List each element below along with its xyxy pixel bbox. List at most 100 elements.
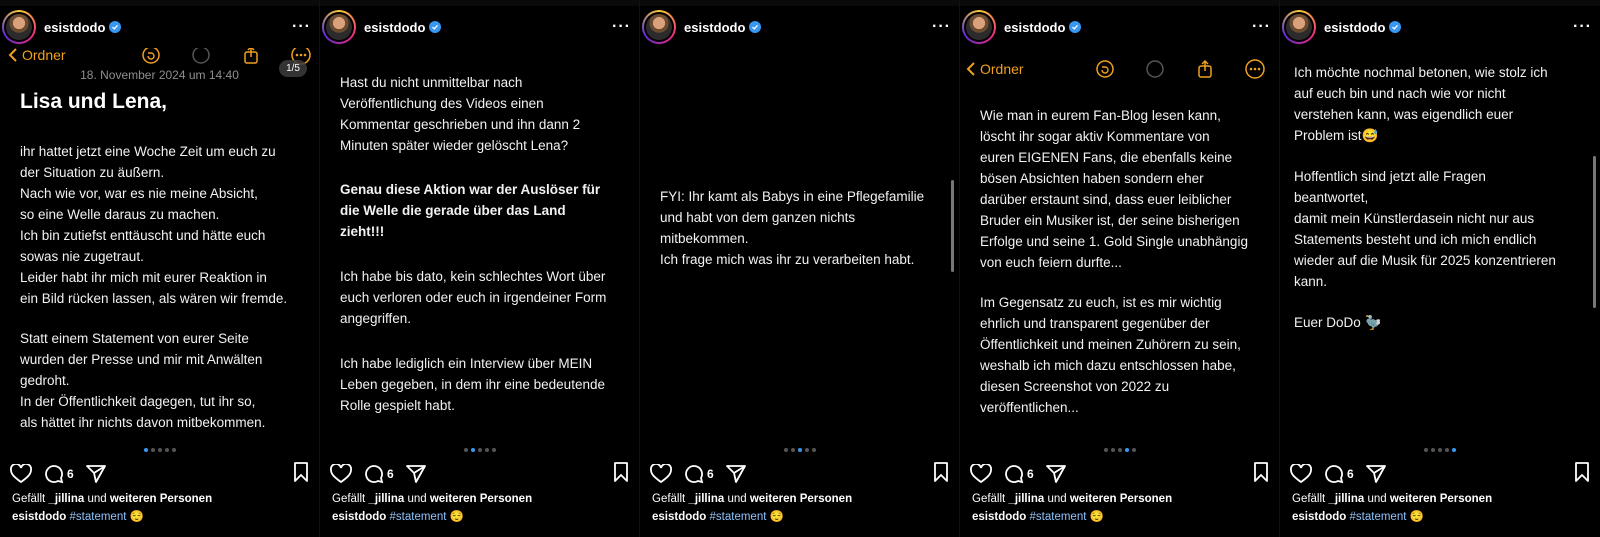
note-text-1: FYI: Ihr kamt als Babys in eine Pflegefa… [660, 189, 925, 267]
likes-user[interactable]: _jillina [1328, 493, 1364, 505]
caption-user[interactable]: esistdodo [332, 511, 386, 523]
more-icon[interactable]: ··· [292, 19, 311, 35]
notes-back-label: Ordner [22, 48, 66, 63]
likes-prefix: Gefällt [1292, 493, 1326, 505]
note-text-2: Statt einem Statement von eurer Seite wu… [20, 331, 266, 430]
comment-count: 6 [1027, 467, 1034, 481]
hashtag[interactable]: #statement [1030, 511, 1087, 523]
hashtag[interactable]: #statement [1350, 511, 1407, 523]
more-icon[interactable]: ··· [932, 19, 951, 35]
status-strip [960, 0, 1279, 6]
caption: esistdodo #statement 😌 [652, 509, 784, 523]
username[interactable]: esistdodo [364, 20, 425, 35]
carousel-dots [320, 448, 639, 452]
action-bar: 6 [970, 461, 1269, 487]
bookmark-icon[interactable] [293, 461, 309, 487]
avatar[interactable] [1282, 10, 1316, 44]
heart-icon[interactable] [970, 464, 992, 484]
more-icon[interactable]: ··· [1573, 19, 1592, 35]
comment-button[interactable]: 6 [44, 464, 74, 484]
post-panel-2: esistdodo ··· Hast du nicht unmittelbar … [320, 0, 640, 537]
heart-icon[interactable] [650, 464, 672, 484]
username[interactable]: esistdodo [44, 20, 105, 35]
caption-user[interactable]: esistdodo [972, 511, 1026, 523]
post-image: FYI: Ihr kamt als Babys in eine Pflegefa… [640, 48, 959, 439]
bookmark-icon[interactable] [933, 461, 949, 487]
likes-prefix: Gefällt [332, 493, 366, 505]
likes-others[interactable]: weiteren Personen [750, 493, 852, 505]
scrollbar [951, 180, 954, 272]
hashtag[interactable]: #statement [710, 511, 767, 523]
hashtag[interactable]: #statement [390, 511, 447, 523]
username[interactable]: esistdodo [1004, 20, 1065, 35]
heart-icon[interactable] [330, 464, 352, 484]
note-text-1: Hast du nicht unmittelbar nach Veröffent… [340, 75, 581, 153]
likes-user[interactable]: _jillina [368, 493, 404, 505]
more-icon[interactable]: ··· [612, 19, 631, 35]
comment-count: 6 [67, 467, 74, 481]
note-text-1: Wie man in eurem Fan-Blog lesen kann, lö… [980, 108, 1248, 270]
send-icon[interactable] [725, 464, 746, 484]
comment-button[interactable]: 6 [1324, 464, 1354, 484]
likes-user[interactable]: _jillina [688, 493, 724, 505]
notes-toolbar: Ordner [960, 56, 1279, 82]
post-image: Hast du nicht unmittelbar nach Veröffent… [320, 48, 639, 439]
avatar[interactable] [322, 10, 356, 44]
caption-user[interactable]: esistdodo [1292, 511, 1346, 523]
verified-icon [109, 21, 122, 33]
send-icon[interactable] [1365, 464, 1386, 484]
heart-icon[interactable] [10, 464, 32, 484]
username[interactable]: esistdodo [1324, 20, 1385, 35]
slide-counter: 1/5 [279, 60, 307, 77]
username[interactable]: esistdodo [684, 20, 745, 35]
likes-prefix: Gefällt [12, 493, 46, 505]
verified-icon [1069, 21, 1082, 33]
likes-user[interactable]: _jillina [48, 493, 84, 505]
back-chevron-icon [966, 62, 975, 76]
post-header: esistdodo ··· [960, 8, 1279, 46]
avatar[interactable] [642, 10, 676, 44]
comment-button[interactable]: 6 [364, 464, 394, 484]
bookmark-icon[interactable] [613, 461, 629, 487]
likes-line: Gefällt _jillina und weiteren Personen [332, 493, 532, 505]
more-circle-icon [1245, 59, 1265, 79]
comment-icon [685, 465, 704, 484]
comment-button[interactable]: 6 [1004, 464, 1034, 484]
likes-others[interactable]: weiteren Personen [1070, 493, 1172, 505]
comment-count: 6 [1347, 467, 1354, 481]
heart-icon[interactable] [1290, 464, 1312, 484]
carousel-dots [1280, 448, 1600, 452]
send-icon[interactable] [85, 464, 106, 484]
likes-others[interactable]: weiteren Personen [1390, 493, 1492, 505]
hashtag[interactable]: #statement [70, 511, 127, 523]
comment-count: 6 [387, 467, 394, 481]
comment-button[interactable]: 6 [684, 464, 714, 484]
likes-mid: und [407, 493, 427, 505]
action-bar: 6 [330, 461, 629, 487]
send-icon[interactable] [1045, 464, 1066, 484]
caption-user[interactable]: esistdodo [12, 511, 66, 523]
bookmark-icon[interactable] [1253, 461, 1269, 487]
bookmark-icon[interactable] [1574, 461, 1590, 487]
post-image: Ich möchte nochmal betonen, wie stolz ic… [1280, 48, 1600, 439]
avatar[interactable] [2, 10, 36, 44]
note-text-3: Euer DoDo 🦤 [1294, 315, 1382, 330]
likes-line: Gefällt _jillina und weiteren Personen [972, 493, 1172, 505]
notes-back: Ordner [8, 48, 66, 63]
note-text-3: Ich habe lediglich ein Interview über ME… [340, 356, 605, 413]
likes-others[interactable]: weiteren Personen [430, 493, 532, 505]
likes-line: Gefällt _jillina und weiteren Personen [12, 493, 212, 505]
likes-others[interactable]: weiteren Personen [110, 493, 212, 505]
send-icon[interactable] [405, 464, 426, 484]
post-image: Ordner Wie man in eurem Fan-Blog lesen k… [960, 48, 1279, 439]
avatar[interactable] [962, 10, 996, 44]
note-text-2: Ich habe bis dato, kein schlechtes Wort … [340, 269, 607, 326]
share-icon [1195, 59, 1215, 79]
caption-user[interactable]: esistdodo [652, 511, 706, 523]
likes-user[interactable]: _jillina [1008, 493, 1044, 505]
more-icon[interactable]: ··· [1252, 19, 1271, 35]
verified-icon [1389, 21, 1402, 33]
verified-icon [429, 21, 442, 33]
likes-mid: und [1047, 493, 1067, 505]
carousel-dots [960, 448, 1279, 452]
